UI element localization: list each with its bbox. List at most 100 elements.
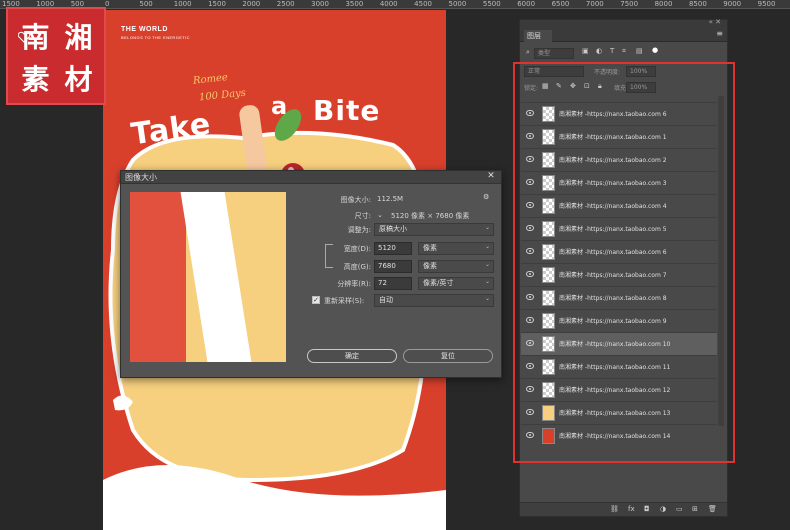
width-unit-select[interactable]: 像素 ⌄: [418, 242, 494, 255]
layer-row[interactable]: 南湘素材 -https://nanx.taobao.com 6: [521, 240, 717, 263]
visibility-eye-icon[interactable]: [526, 179, 534, 185]
layer-row[interactable]: 南湘素材 -https://nanx.taobao.com 12: [521, 378, 717, 401]
layer-filter-select[interactable]: 类型: [534, 48, 574, 59]
layer-name[interactable]: 南湘素材 -https://nanx.taobao.com 11: [559, 362, 670, 371]
visibility-eye-icon[interactable]: [526, 432, 534, 438]
layer-name[interactable]: 南湘素材 -https://nanx.taobao.com 2: [559, 155, 667, 164]
ruler-tick-label: 1000: [173, 0, 192, 8]
dialog-titlebar[interactable]: 图像大小 ✕: [121, 171, 501, 184]
layer-row[interactable]: 南湘素材 -https://nanx.taobao.com 10: [521, 332, 717, 355]
visibility-eye-icon[interactable]: [526, 133, 534, 139]
layer-thumbnail: [542, 244, 555, 260]
layer-name[interactable]: 南湘素材 -https://nanx.taobao.com 14: [559, 431, 670, 440]
layer-row[interactable]: 南湘素材 -https://nanx.taobao.com 13: [521, 401, 717, 424]
new-layer-icon[interactable]: ⊞: [692, 505, 698, 513]
lock-move-icon[interactable]: ✥: [570, 82, 576, 90]
layer-name[interactable]: 南湘素材 -https://nanx.taobao.com 6: [559, 109, 667, 118]
lock-brush-icon[interactable]: ✎: [556, 82, 562, 90]
chevron-down-icon: ⌄: [484, 278, 490, 285]
opacity-label: 不透明度:: [594, 69, 621, 76]
fx-icon[interactable]: fx: [628, 505, 635, 513]
width-input[interactable]: 5120: [374, 242, 412, 255]
panel-menu-icon[interactable]: ≡: [716, 29, 723, 38]
visibility-eye-icon[interactable]: [526, 271, 534, 277]
adjustment-filter-icon[interactable]: ◐: [596, 47, 602, 55]
layer-name[interactable]: 南湘素材 -https://nanx.taobao.com 12: [559, 385, 670, 394]
lock-transparent-icon[interactable]: ▦: [542, 82, 549, 90]
layer-row[interactable]: 南湘素材 -https://nanx.taobao.com 5: [521, 217, 717, 240]
layer-name[interactable]: 南湘素材 -https://nanx.taobao.com 7: [559, 270, 667, 279]
lock-all-icon[interactable]: 🔒︎: [598, 82, 602, 91]
visibility-eye-icon[interactable]: [526, 156, 534, 162]
layer-name[interactable]: 南湘素材 -https://nanx.taobao.com 3: [559, 178, 667, 187]
layer-row[interactable]: 南湘素材 -https://nanx.taobao.com 6: [521, 102, 717, 125]
chevron-down-icon: ⌄: [484, 224, 490, 231]
type-filter-icon[interactable]: T: [610, 47, 614, 55]
lock-artboard-icon[interactable]: ⊡: [584, 82, 590, 90]
link-icon[interactable]: ⛓: [610, 505, 619, 513]
tab-layers[interactable]: 图层: [524, 30, 552, 42]
layer-name[interactable]: 南湘素材 -https://nanx.taobao.com 4: [559, 201, 667, 210]
layers-panel: « ✕ 图层 ≡ ⌕ 类型 ▣ ◐ T ⌗ ▤ ● 正常 不透明度: 100% …: [519, 18, 728, 517]
layer-name[interactable]: 南湘素材 -https://nanx.taobao.com 6: [559, 247, 667, 256]
visibility-eye-icon[interactable]: [526, 363, 534, 369]
layer-thumbnail: [542, 152, 555, 168]
layer-name[interactable]: 南湘素材 -https://nanx.taobao.com 5: [559, 224, 667, 233]
layer-row[interactable]: 南湘素材 -https://nanx.taobao.com 14: [521, 424, 717, 447]
mask-icon[interactable]: ◘: [644, 505, 650, 513]
ruler-tick-label: 4500: [414, 0, 432, 8]
layer-thumbnail: [542, 221, 555, 237]
adjustment-icon[interactable]: ◑: [660, 505, 666, 513]
fill-input[interactable]: 100%: [626, 82, 656, 93]
resolution-input[interactable]: 72: [374, 277, 412, 290]
filter-toggle-icon[interactable]: ●: [652, 46, 658, 54]
visibility-eye-icon[interactable]: [526, 340, 534, 346]
layer-name[interactable]: 南湘素材 -https://nanx.taobao.com 9: [559, 316, 667, 325]
resolution-unit-select[interactable]: 像素/英寸 ⌄: [418, 277, 494, 290]
visibility-eye-icon[interactable]: [526, 202, 534, 208]
blend-mode-select[interactable]: 正常: [524, 66, 584, 77]
visibility-eye-icon[interactable]: [526, 248, 534, 254]
opacity-input[interactable]: 100%: [626, 66, 656, 77]
resample-select[interactable]: 自动 ⌄: [374, 294, 494, 307]
gear-icon[interactable]: ⚙: [483, 193, 489, 201]
layer-row[interactable]: 南湘素材 -https://nanx.taobao.com 9: [521, 309, 717, 332]
layer-name[interactable]: 南湘素材 -https://nanx.taobao.com 1: [559, 132, 667, 141]
layers-scrollbar[interactable]: [718, 96, 724, 426]
layer-row[interactable]: 南湘素材 -https://nanx.taobao.com 3: [521, 171, 717, 194]
layer-name[interactable]: 南湘素材 -https://nanx.taobao.com 10: [559, 339, 670, 348]
visibility-eye-icon[interactable]: [526, 225, 534, 231]
visibility-eye-icon[interactable]: [526, 409, 534, 415]
visibility-eye-icon[interactable]: [526, 386, 534, 392]
ok-button[interactable]: 确定: [307, 349, 397, 363]
fit-to-select[interactable]: 原稿大小 ⌄: [374, 223, 494, 236]
layer-row[interactable]: 南湘素材 -https://nanx.taobao.com 2: [521, 148, 717, 171]
collapse-icon[interactable]: « ✕: [709, 18, 721, 26]
visibility-eye-icon[interactable]: [526, 110, 534, 116]
height-unit-select[interactable]: 像素 ⌄: [418, 260, 494, 273]
close-icon[interactable]: ✕: [485, 171, 497, 182]
image-size-value: 112.5M: [377, 195, 404, 203]
smart-object-filter-icon[interactable]: ▤: [636, 47, 643, 55]
resample-checkbox[interactable]: ✓: [312, 296, 320, 304]
layer-row[interactable]: 南湘素材 -https://nanx.taobao.com 11: [521, 355, 717, 378]
image-filter-icon[interactable]: ▣: [582, 47, 589, 55]
ruler-tick-label: 8000: [654, 0, 673, 8]
trash-icon[interactable]: 🗑︎: [708, 505, 717, 513]
layer-row[interactable]: 南湘素材 -https://nanx.taobao.com 8: [521, 286, 717, 309]
dimensions-chevron-icon[interactable]: ⌄: [377, 211, 383, 219]
visibility-eye-icon[interactable]: [526, 294, 534, 300]
layer-row[interactable]: 南湘素材 -https://nanx.taobao.com 7: [521, 263, 717, 286]
layer-row[interactable]: 南湘素材 -https://nanx.taobao.com 4: [521, 194, 717, 217]
layer-name[interactable]: 南湘素材 -https://nanx.taobao.com 13: [559, 408, 670, 417]
layer-row[interactable]: 南湘素材 -https://nanx.taobao.com 1: [521, 125, 717, 148]
reset-button[interactable]: 复位: [403, 349, 493, 363]
image-preview[interactable]: [130, 192, 286, 362]
height-input[interactable]: 7680: [374, 260, 412, 273]
shape-filter-icon[interactable]: ⌗: [622, 47, 626, 56]
constrain-link-icon[interactable]: [325, 244, 333, 268]
folder-icon[interactable]: ▭: [676, 505, 683, 513]
visibility-eye-icon[interactable]: [526, 317, 534, 323]
ruler-tick-label: 3500: [345, 0, 364, 8]
layer-name[interactable]: 南湘素材 -https://nanx.taobao.com 8: [559, 293, 667, 302]
